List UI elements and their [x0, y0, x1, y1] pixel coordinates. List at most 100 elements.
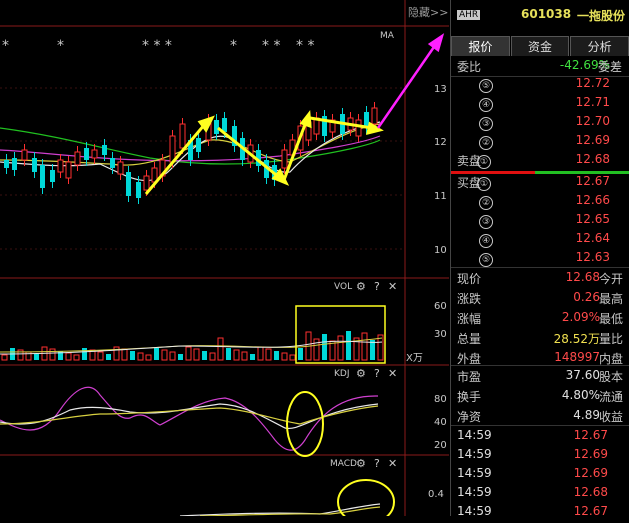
tick-row: 14:59 12.67: [451, 504, 629, 523]
candle-body: [12, 158, 17, 170]
candle-body: [143, 175, 150, 191]
volume-bar: [106, 354, 111, 360]
stat-row: 换手 4.80% 流通: [451, 388, 629, 407]
help-icon[interactable]: ?: [374, 367, 380, 380]
tab-quote[interactable]: 报价: [451, 36, 510, 56]
vol-unit: X万: [406, 353, 423, 364]
stat-row: 总量 28.52万 量比: [451, 330, 629, 349]
ask-row: ② 12.69: [451, 133, 629, 152]
volume-bar: [274, 351, 279, 360]
kdj-label: KDJ: [334, 369, 350, 379]
volume-bar: [154, 348, 159, 360]
bid-row: 买盘 ① 12.67: [451, 174, 629, 193]
stat-label2: 量比: [599, 332, 624, 346]
star-marker: *: [2, 38, 9, 54]
stat-value: 28.52万: [553, 332, 600, 346]
level-index: ③: [479, 215, 493, 229]
ask-price: 12.68: [575, 152, 610, 166]
volume-bar: [49, 348, 56, 361]
stat-value: 0.26: [573, 290, 600, 304]
stat-row: 涨跌 0.26 最高: [451, 290, 629, 309]
level-index: ⑤: [479, 79, 493, 93]
stat-label: 净资: [457, 410, 482, 424]
candle-body: [57, 159, 64, 173]
price-tick: 12: [434, 137, 447, 148]
volume-bar: [241, 351, 248, 361]
bid-price: 12.67: [575, 174, 610, 188]
level-index: ②: [479, 136, 493, 150]
ask-price: 12.70: [575, 114, 610, 128]
price-tick: 10: [434, 245, 447, 256]
stat-label2: 收益: [599, 410, 624, 424]
volume-bar: [130, 351, 135, 360]
candle-body: [84, 148, 89, 160]
stat-value: 37.60: [565, 368, 600, 382]
quote-tabs: 报价 资金 分析: [451, 36, 629, 56]
stat-value: 148997: [554, 350, 600, 364]
volume-bar: [217, 337, 224, 361]
tick-price: 12.69: [573, 466, 608, 480]
ask-row: ④ 12.71: [451, 95, 629, 114]
stat-label2: 最高: [599, 292, 624, 306]
level-index: ④: [479, 98, 493, 112]
candle-body: [169, 135, 176, 163]
stat-label: 总量: [457, 332, 482, 346]
vol-label: VOL: [334, 282, 352, 292]
close-icon[interactable]: ✕: [388, 280, 397, 293]
stat-row: 外盘 148997 内盘: [451, 350, 629, 369]
candle-body: [40, 165, 45, 188]
hide-toggle[interactable]: 隐藏>>: [408, 6, 448, 19]
quote-panel: AHR 601038 一拖股份 报价 资金 分析 委比 -42.69% 委差 ⑤…: [450, 0, 629, 518]
candle-body: [110, 158, 115, 168]
sell-label: 卖盘: [457, 154, 482, 168]
volume-bar: [169, 351, 176, 361]
tick-row: 14:59 12.69: [451, 447, 629, 466]
volume-bar: [193, 348, 200, 361]
candle-body: [74, 151, 81, 166]
bid-price: 12.64: [575, 231, 610, 245]
tick-price: 12.68: [573, 485, 608, 499]
close-icon[interactable]: ✕: [388, 457, 397, 470]
star-marker: * *: [262, 38, 280, 54]
candle-body: [65, 161, 72, 179]
gear-icon[interactable]: ⚙: [356, 457, 366, 470]
kline-chart[interactable]: * * * * * * * * * * MA 13 12 11 10 VOL ⚙…: [0, 0, 450, 516]
tick-price: 12.67: [573, 428, 608, 442]
help-icon[interactable]: ?: [374, 280, 380, 293]
candle-body: [222, 118, 227, 132]
candle-body: [50, 170, 55, 182]
tick-row: 14:59 12.67: [451, 428, 629, 447]
candle-body: [91, 149, 98, 159]
volume-bar: [178, 354, 183, 360]
volume-bar: [322, 334, 327, 360]
tab-analysis[interactable]: 分析: [570, 36, 629, 56]
price-tick: 13: [434, 84, 447, 95]
candle-body: [126, 172, 131, 196]
gear-icon[interactable]: ⚙: [356, 280, 366, 293]
star-marker: *: [57, 38, 64, 54]
volume-bar: [202, 351, 207, 360]
kdj-tick: 40: [434, 417, 447, 428]
volume-bar: [233, 349, 240, 361]
candle-body: [32, 158, 37, 172]
candle-body: [21, 149, 28, 161]
level-index: ③: [479, 117, 493, 131]
star-marker: * *: [296, 38, 314, 54]
stat-value: 12.68: [565, 270, 600, 284]
close-icon[interactable]: ✕: [388, 367, 397, 380]
macd-tick: 0.4: [428, 489, 444, 500]
stat-label: 涨幅: [457, 312, 482, 326]
volume-bar: [313, 338, 320, 361]
stat-row: 涨幅 2.09% 最低: [451, 310, 629, 329]
volume-bar: [145, 354, 152, 361]
candle-body: [214, 120, 219, 134]
help-icon[interactable]: ?: [374, 457, 380, 470]
tab-funds[interactable]: 资金: [510, 36, 570, 56]
tick-row: 14:59 12.68: [451, 485, 629, 504]
ask-price: 12.72: [575, 76, 610, 90]
bid-row: ④ 12.64: [451, 231, 629, 250]
stat-label: 现价: [457, 272, 482, 286]
candle-body: [4, 160, 9, 168]
gear-icon[interactable]: ⚙: [356, 367, 366, 380]
vol-tick: 30: [434, 329, 447, 340]
